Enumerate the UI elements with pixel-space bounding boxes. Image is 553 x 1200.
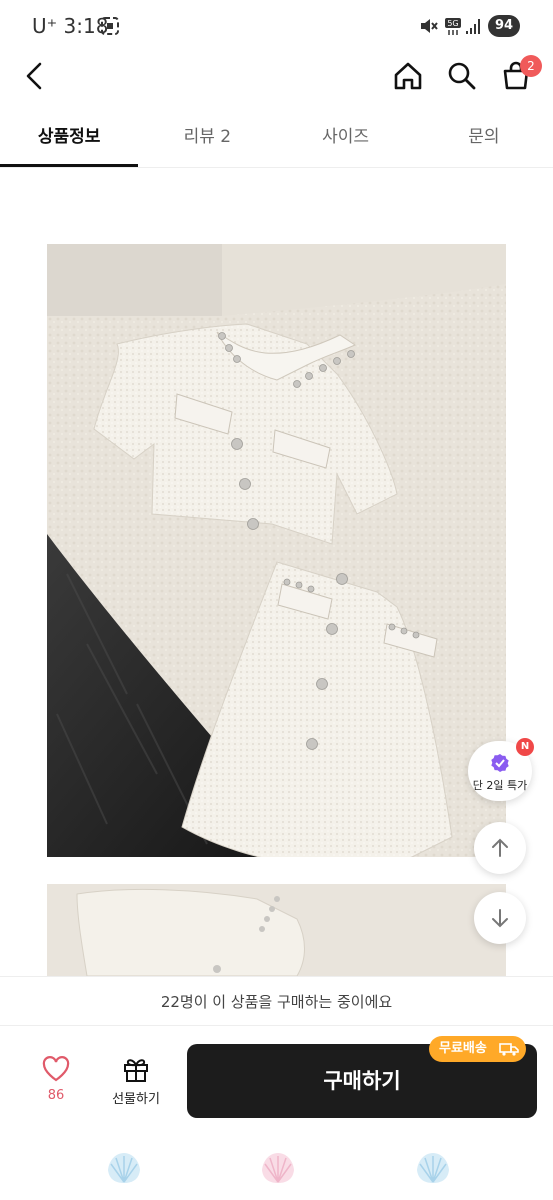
- battery-indicator: 94: [488, 15, 520, 37]
- home-icon: [394, 62, 422, 90]
- shell-icon: [417, 1153, 449, 1183]
- nav-item-2[interactable]: [258, 1148, 298, 1188]
- search-button[interactable]: [442, 56, 482, 96]
- free-shipping-label: 무료배송: [439, 1041, 487, 1056]
- like-button[interactable]: 86: [32, 1056, 80, 1103]
- screenshot-icon: [100, 16, 120, 40]
- top-bar: [0, 52, 553, 102]
- new-badge: N: [516, 738, 534, 756]
- nav-item-3[interactable]: [413, 1148, 453, 1188]
- scroll-up-button[interactable]: [474, 822, 526, 874]
- shell-icon: [262, 1153, 294, 1183]
- tab-product-info[interactable]: 상품정보: [0, 112, 139, 167]
- mute-icon: [418, 16, 438, 40]
- signal-icon: [464, 16, 482, 40]
- truck-icon: [499, 1043, 519, 1056]
- gift-button[interactable]: 선물하기: [106, 1056, 166, 1107]
- product-tabs: 상품정보 리뷰 2 사이즈 문의: [0, 112, 553, 168]
- promo-label: 단 2일 특가: [472, 779, 528, 792]
- tab-size[interactable]: 사이즈: [277, 112, 415, 167]
- like-count: 86: [47, 1088, 65, 1103]
- chevron-left-icon: [26, 62, 42, 90]
- product-image: [47, 244, 506, 857]
- tab-reviews[interactable]: 리뷰 2: [138, 112, 276, 167]
- scroll-down-button[interactable]: [474, 892, 526, 944]
- carrier-time: U⁺ 3:18: [32, 14, 109, 38]
- gift-icon: [124, 1059, 148, 1082]
- arrow-up-icon: [492, 838, 508, 857]
- buying-now-notice: 22명이 이 상품을 구매하는 중이에요: [0, 976, 553, 1026]
- tab-inquiry[interactable]: 문의: [415, 112, 553, 167]
- product-image-2: [47, 884, 506, 976]
- svg-text:5G: 5G: [447, 19, 458, 28]
- shell-icon: [108, 1153, 140, 1183]
- status-bar: U⁺ 3:18 5G 94: [0, 0, 553, 52]
- search-icon: [448, 62, 476, 90]
- bottom-navigation: [0, 1138, 553, 1200]
- home-button[interactable]: [388, 56, 428, 96]
- verified-badge-icon: [491, 754, 509, 772]
- gift-label: 선물하기: [112, 1092, 160, 1107]
- back-button[interactable]: [14, 56, 54, 96]
- heart-icon: [42, 1056, 70, 1082]
- nav-item-1[interactable]: [104, 1148, 144, 1188]
- network-5g-icon: 5G: [444, 16, 462, 40]
- cart-count-badge: 2: [520, 55, 542, 77]
- free-shipping-tag: 무료배송: [429, 1036, 526, 1062]
- product-detail-screen: U⁺ 3:18 5G 94 2 상품정보 리뷰 2 사이즈 문의 단 2일 특가…: [0, 0, 553, 1200]
- arrow-down-icon: [492, 909, 508, 928]
